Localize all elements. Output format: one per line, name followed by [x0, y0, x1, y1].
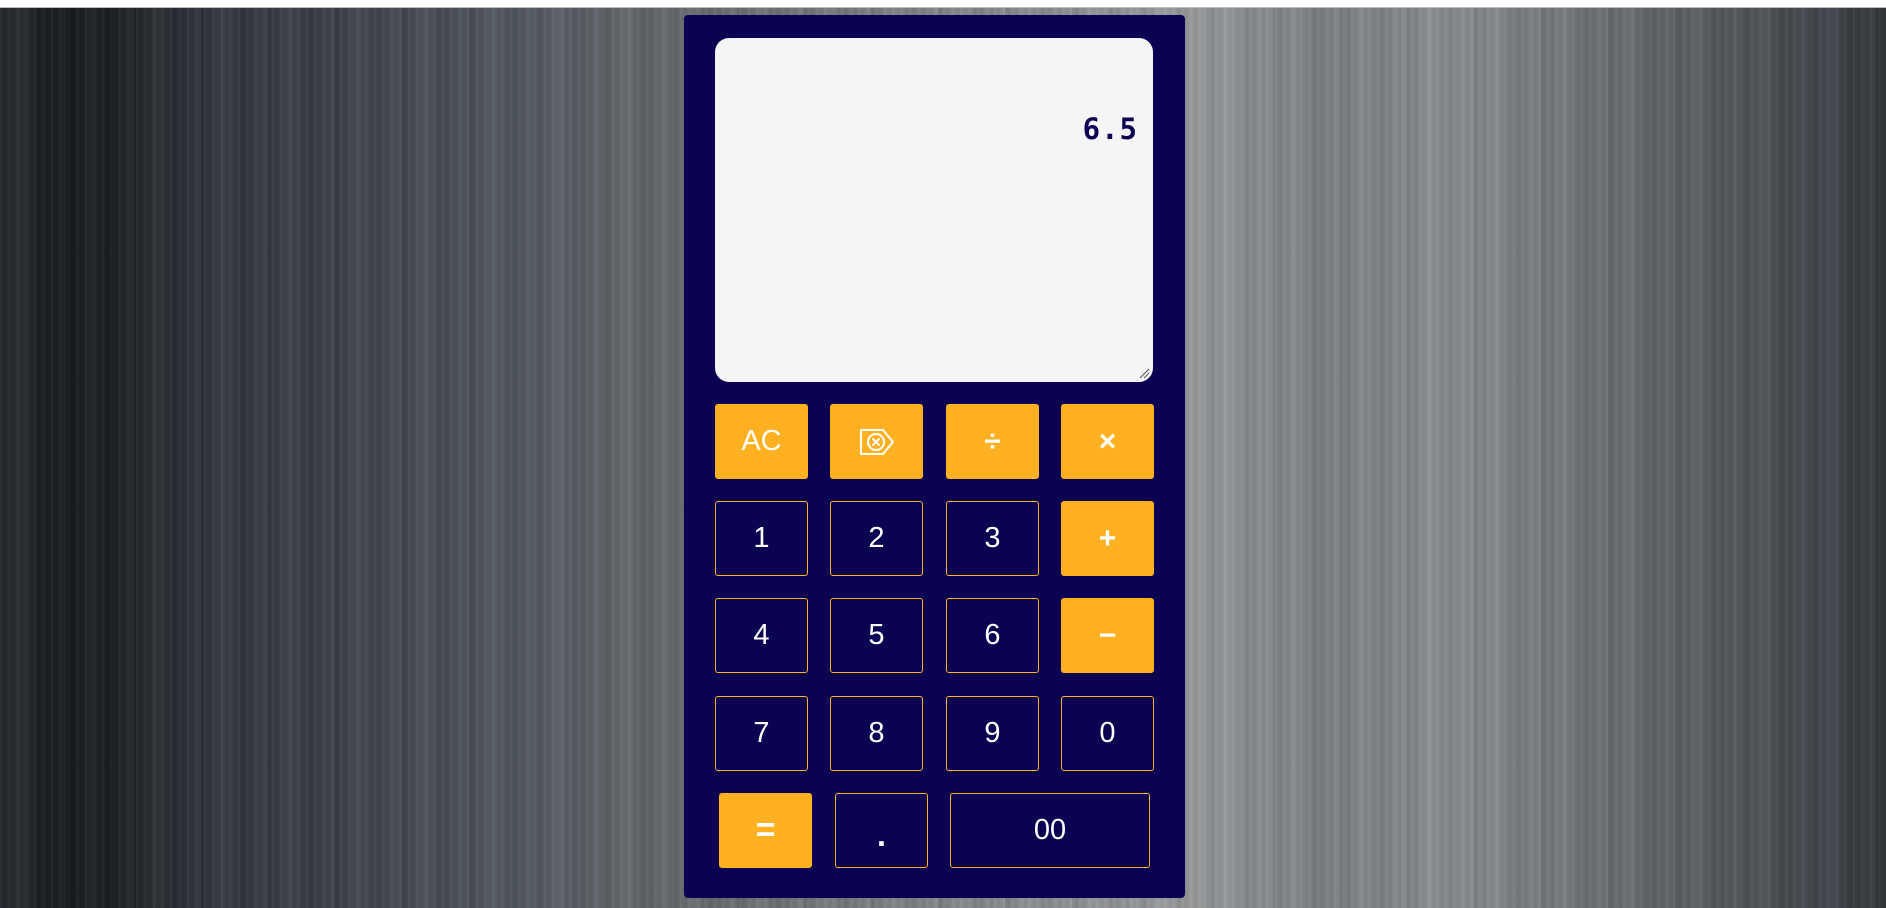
- resize-grip-icon[interactable]: [1138, 367, 1150, 379]
- digit-7-label: 7: [753, 717, 770, 749]
- digit-8-button[interactable]: 8: [830, 696, 923, 771]
- double-zero-button[interactable]: 00: [950, 793, 1150, 868]
- backspace-icon: [859, 428, 894, 455]
- calculator: 6.5 AC ÷ × 1 2 3 + 4 5 6 − 7 8 9 0 = . 0…: [684, 15, 1185, 898]
- plus-button[interactable]: +: [1061, 501, 1154, 576]
- digit-9-label: 9: [984, 717, 1001, 749]
- digit-5-button[interactable]: 5: [830, 598, 923, 673]
- digit-4-label: 4: [753, 619, 770, 651]
- digit-8-label: 8: [868, 717, 885, 749]
- backspace-button[interactable]: [830, 404, 923, 479]
- digit-6-button[interactable]: 6: [946, 598, 1039, 673]
- digit-3-button[interactable]: 3: [946, 501, 1039, 576]
- digit-6-label: 6: [984, 619, 1001, 651]
- digit-0-label: 0: [1099, 717, 1116, 749]
- minus-button[interactable]: −: [1061, 598, 1154, 673]
- digit-4-button[interactable]: 4: [715, 598, 808, 673]
- digit-7-button[interactable]: 7: [715, 696, 808, 771]
- digit-1-label: 1: [753, 522, 770, 554]
- decimal-button-label: .: [877, 817, 886, 853]
- divide-button[interactable]: ÷: [946, 404, 1039, 479]
- equals-button-label: =: [755, 811, 776, 849]
- clear-button-label: AC: [741, 425, 782, 457]
- equals-button[interactable]: =: [719, 793, 812, 868]
- minus-button-label: −: [1098, 618, 1117, 652]
- double-zero-label: 00: [1033, 814, 1067, 846]
- digit-9-button[interactable]: 9: [946, 696, 1039, 771]
- multiply-button-label: ×: [1098, 424, 1117, 458]
- digit-0-button[interactable]: 0: [1061, 696, 1154, 771]
- decimal-button[interactable]: .: [835, 793, 928, 868]
- page-top-strip: [0, 0, 1886, 8]
- divide-button-label: ÷: [984, 424, 1001, 458]
- digit-3-label: 3: [984, 522, 1001, 554]
- digit-2-label: 2: [868, 522, 885, 554]
- digit-2-button[interactable]: 2: [830, 501, 923, 576]
- display-value: 6.5: [1082, 112, 1138, 146]
- digit-5-label: 5: [868, 619, 885, 651]
- plus-button-label: +: [1098, 521, 1117, 555]
- display-textarea[interactable]: 6.5: [715, 38, 1153, 382]
- multiply-button[interactable]: ×: [1061, 404, 1154, 479]
- digit-1-button[interactable]: 1: [715, 501, 808, 576]
- clear-button[interactable]: AC: [715, 404, 808, 479]
